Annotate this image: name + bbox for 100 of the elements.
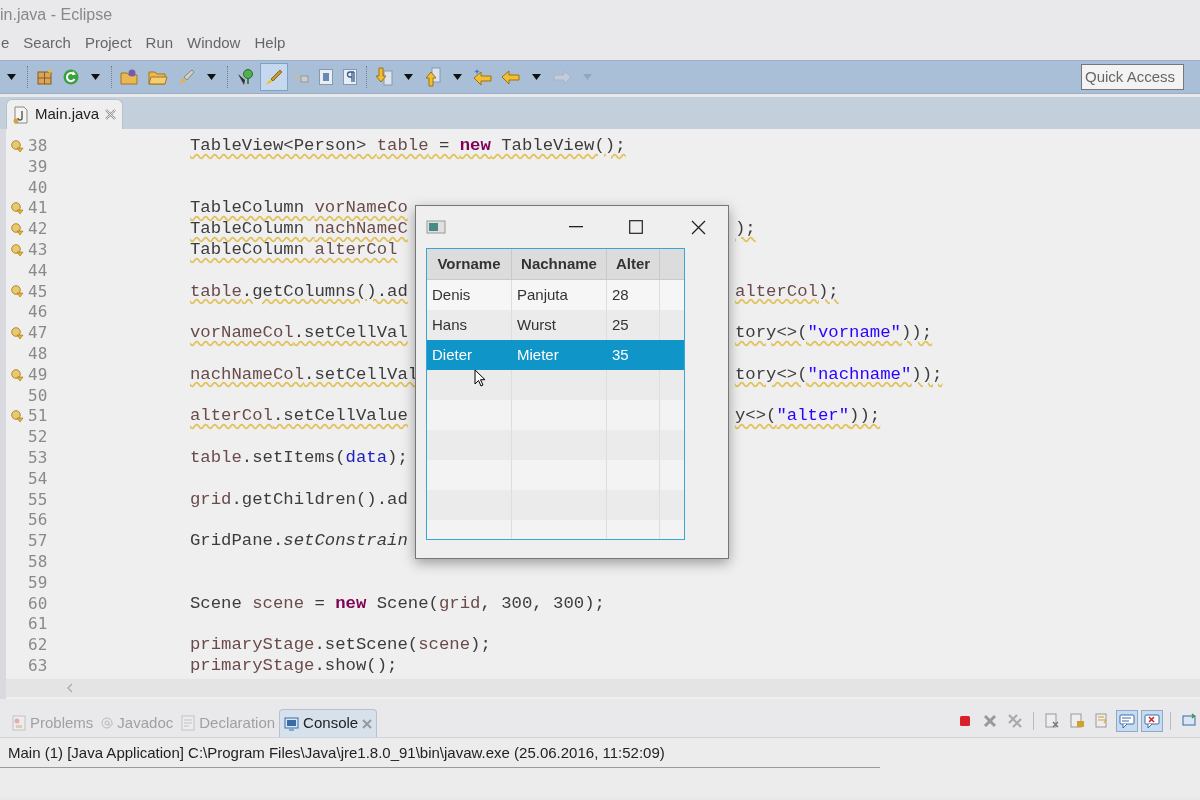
code-text: GridPane.setConstrain bbox=[190, 531, 408, 551]
back-arrow-icon[interactable] bbox=[473, 69, 493, 85]
column-header[interactable]: Alter bbox=[607, 249, 660, 279]
line-number: 57 bbox=[28, 531, 49, 552]
panel-tab[interactable]: Console bbox=[279, 709, 378, 737]
code-text: Scene scene = new Scene(grid, 300, 300); bbox=[190, 593, 605, 613]
document-icon bbox=[181, 715, 196, 731]
warning-list-icon bbox=[12, 715, 26, 731]
table-row[interactable]: Hans Wurst 25 bbox=[427, 310, 684, 340]
code-text: primaryStage.setScene(scene); bbox=[190, 635, 491, 655]
menu-item[interactable]: e bbox=[1, 31, 10, 55]
line-number: 55 bbox=[28, 489, 49, 511]
line-number: 42 bbox=[28, 219, 49, 240]
at-sign-icon bbox=[101, 717, 114, 729]
line-number: 54 bbox=[28, 468, 49, 490]
line-number: 60 bbox=[28, 593, 49, 615]
code-text: table.setItems(data); bbox=[190, 447, 408, 467]
menu-item[interactable]: Help bbox=[254, 31, 286, 55]
table-row[interactable]: Denis Panjuta 28 bbox=[427, 280, 684, 310]
editor-tab[interactable]: Main.java bbox=[6, 99, 124, 129]
console-header: Main (1) [Java Application] C:\Program Files\Java\jre1.8.0_91\bin\javaw.exe (25.06.2016, 11:52:09) bbox=[0, 738, 880, 768]
down-arrow-icon[interactable] bbox=[375, 67, 393, 87]
line-number: 44 bbox=[28, 260, 49, 282]
line-number: 58 bbox=[28, 551, 49, 573]
back-arrow-icon[interactable] bbox=[501, 69, 521, 85]
line-number: 49 bbox=[28, 364, 49, 386]
code-text: y<>("alter")); bbox=[735, 406, 881, 426]
caret-icon[interactable] bbox=[91, 74, 100, 80]
line-number: 56 bbox=[28, 510, 49, 532]
code-text: TableColumn nachNameC bbox=[190, 219, 408, 239]
tab-label: Console bbox=[303, 713, 359, 734]
caret-icon[interactable] bbox=[532, 74, 541, 80]
minimize-icon[interactable] bbox=[569, 226, 583, 228]
lock-document-icon[interactable] bbox=[1069, 713, 1085, 729]
pin-icon[interactable] bbox=[236, 68, 256, 86]
menu-item[interactable]: Search bbox=[23, 31, 71, 55]
line-number: 53 bbox=[28, 447, 49, 469]
code-text: alterCol.setCellValue bbox=[190, 406, 408, 426]
java-file-icon bbox=[13, 105, 29, 124]
code-text: vorNameCol.setCellVal bbox=[190, 323, 408, 343]
refresh-icon[interactable] bbox=[62, 68, 80, 86]
highlighter-icon[interactable] bbox=[264, 68, 284, 86]
tab-label: Problems bbox=[30, 712, 94, 733]
scroll-left-icon[interactable] bbox=[66, 683, 74, 693]
code-text: tory<>("nachname")); bbox=[735, 364, 943, 384]
line-number: 46 bbox=[28, 302, 49, 324]
pilcrow-icon[interactable] bbox=[342, 68, 358, 86]
line-number: 41 bbox=[28, 198, 49, 220]
tab-label: Declaration bbox=[199, 712, 276, 733]
line-number: 45 bbox=[28, 281, 49, 303]
line-number: 38 bbox=[28, 136, 49, 157]
line-number: 59 bbox=[28, 572, 49, 594]
menu-item[interactable]: Run bbox=[145, 31, 174, 55]
maximize-icon[interactable] bbox=[629, 220, 643, 234]
code-text: primaryStage.show(); bbox=[190, 655, 398, 675]
line-number: 40 bbox=[28, 177, 49, 199]
line-number: 63 bbox=[28, 655, 49, 677]
table-row[interactable]: Dieter Mieter 35 bbox=[427, 340, 684, 370]
code-text: alterCol); bbox=[735, 281, 839, 301]
code-text: tory<>("vorname")); bbox=[735, 323, 933, 343]
line-number: 48 bbox=[28, 343, 49, 365]
wrap-document-icon[interactable] bbox=[1094, 713, 1110, 729]
line-number: 61 bbox=[28, 614, 49, 636]
line-number: 62 bbox=[28, 635, 49, 656]
app-icon bbox=[426, 219, 446, 235]
code-text: ); bbox=[735, 219, 756, 239]
line-number: 43 bbox=[28, 240, 49, 261]
monitor-plus-icon[interactable] bbox=[1181, 713, 1197, 729]
caret-icon[interactable] bbox=[404, 74, 413, 80]
caret-icon[interactable] bbox=[453, 74, 462, 80]
monitor-icon bbox=[284, 716, 300, 731]
menu-item[interactable]: Project bbox=[84, 31, 132, 55]
remove-all-icon[interactable] bbox=[1007, 713, 1023, 729]
mouse-cursor-icon bbox=[474, 369, 486, 387]
column-header[interactable]: Vorname bbox=[427, 249, 512, 279]
clear-console-icon[interactable] bbox=[1044, 713, 1060, 729]
window-title: in.java - Eclipse bbox=[0, 5, 113, 25]
stop-icon[interactable] bbox=[957, 713, 973, 729]
remove-icon[interactable] bbox=[982, 713, 998, 729]
close-icon[interactable] bbox=[691, 219, 706, 235]
line-number: 50 bbox=[28, 385, 49, 407]
toggle-button[interactable] bbox=[260, 63, 288, 91]
menu-item[interactable]: Window bbox=[187, 31, 241, 55]
folder-icon[interactable] bbox=[148, 68, 168, 86]
code-text: table.getColumns().ad bbox=[190, 281, 408, 301]
code-text: grid.getChildren().ad bbox=[190, 489, 408, 509]
line-number: 51 bbox=[28, 406, 49, 428]
up-arrow-icon[interactable] bbox=[424, 67, 442, 87]
folder-icon[interactable] bbox=[120, 68, 140, 86]
caret-icon[interactable] bbox=[207, 74, 216, 80]
line-number: 52 bbox=[28, 427, 49, 448]
quick-access-field[interactable]: Quick Access bbox=[1081, 64, 1184, 90]
code-text: TableColumn alterCol bbox=[190, 240, 398, 259]
code-text: nachNameCol.setCellVal bbox=[190, 364, 419, 384]
grid-box-icon[interactable] bbox=[36, 68, 54, 86]
column-header[interactable]: Nachname bbox=[512, 249, 607, 279]
brush-icon[interactable] bbox=[176, 68, 196, 86]
code-text: TableColumn vorNameCo bbox=[190, 198, 408, 218]
caret-icon[interactable] bbox=[7, 74, 16, 80]
document-icon[interactable] bbox=[318, 68, 334, 86]
